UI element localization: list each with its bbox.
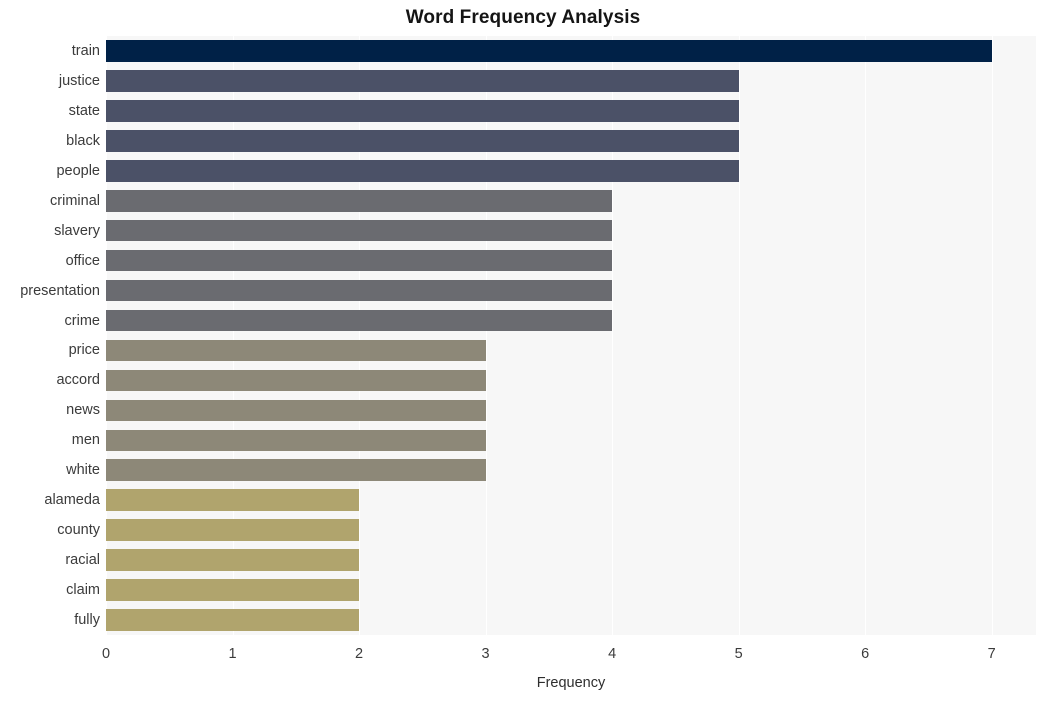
y-tick-label-presentation: presentation [20,282,100,299]
y-tick-label-office: office [65,252,100,269]
bar-row [106,189,1036,212]
y-tick-label-racial: racial [65,552,100,569]
bar-racial[interactable] [106,549,360,571]
bar-row [106,70,1036,92]
bars-layer [106,36,1036,635]
bar-row [106,279,1036,302]
bar-row [106,309,1036,332]
y-tick-label-price: price [68,342,100,359]
bar-fully[interactable] [106,609,360,631]
y-tick-label-news: news [66,402,100,419]
y-tick-label-men: men [71,432,100,449]
bar-row [106,579,1036,601]
bar-men[interactable] [106,429,486,452]
x-axis-tick-labels: 0 1 2 3 4 5 6 7 [0,647,1046,667]
x-axis-title: Frequency [536,675,606,691]
y-tick-label-accord: accord [56,372,100,389]
bar-row [106,40,1036,62]
x-tick-label-1: 1 [228,646,237,662]
plot-area [106,36,1036,635]
x-tick-label-7: 7 [987,646,996,662]
y-tick-label-slavery: slavery [54,222,100,239]
bar-criminal[interactable] [106,189,613,212]
bar-alameda[interactable] [106,489,360,511]
x-tick-label-0: 0 [101,646,111,662]
bar-row [106,549,1036,571]
bar-row [106,609,1036,631]
bar-row [106,519,1036,541]
bar-train[interactable] [106,40,992,62]
bar-black[interactable] [106,130,739,152]
bar-white[interactable] [106,459,486,482]
bar-row [106,100,1036,122]
bar-accord[interactable] [106,369,486,392]
bar-row [106,159,1036,182]
bar-justice[interactable] [106,70,739,92]
word-frequency-chart-figure: Word Frequency Analysis train justice stat… [0,0,1046,701]
bar-row [106,369,1036,392]
y-tick-label-county: county [57,522,100,539]
bar-crime[interactable] [106,309,613,332]
bar-people[interactable] [106,159,739,182]
y-tick-label-white: white [66,462,100,479]
bar-price[interactable] [106,339,486,362]
bar-claim[interactable] [106,579,360,601]
y-tick-label-state: state [68,102,100,119]
bar-state[interactable] [106,100,739,122]
bar-row [106,219,1036,242]
x-tick-label-3: 3 [481,646,490,662]
bar-row [106,429,1036,452]
bar-news[interactable] [106,399,486,422]
y-axis-tick-labels: train justice state black people criminal slav… [0,36,100,635]
y-tick-label-train: train [71,42,100,59]
bar-office[interactable] [106,249,613,272]
y-tick-label-claim: claim [66,582,100,599]
x-tick-label-5: 5 [734,646,743,662]
bar-row [106,130,1036,152]
bar-slavery[interactable] [106,219,613,242]
x-tick-label-2: 2 [355,646,364,662]
x-tick-label-6: 6 [861,646,870,662]
bar-row [106,249,1036,272]
x-tick-label-4: 4 [608,646,617,662]
y-tick-label-people: people [56,162,100,179]
bar-row [106,459,1036,482]
y-tick-label-justice: justice [58,72,100,89]
y-tick-label-criminal: criminal [50,192,100,209]
bar-row [106,399,1036,422]
bar-row [106,489,1036,511]
bar-presentation[interactable] [106,279,613,302]
bar-row [106,339,1036,362]
y-tick-label-fully: fully [74,612,100,629]
chart-title: Word Frequency Analysis [405,7,641,28]
bar-county[interactable] [106,519,360,541]
y-tick-label-black: black [66,132,100,149]
y-tick-label-alameda: alameda [44,492,100,509]
y-tick-label-crime: crime [64,312,100,329]
